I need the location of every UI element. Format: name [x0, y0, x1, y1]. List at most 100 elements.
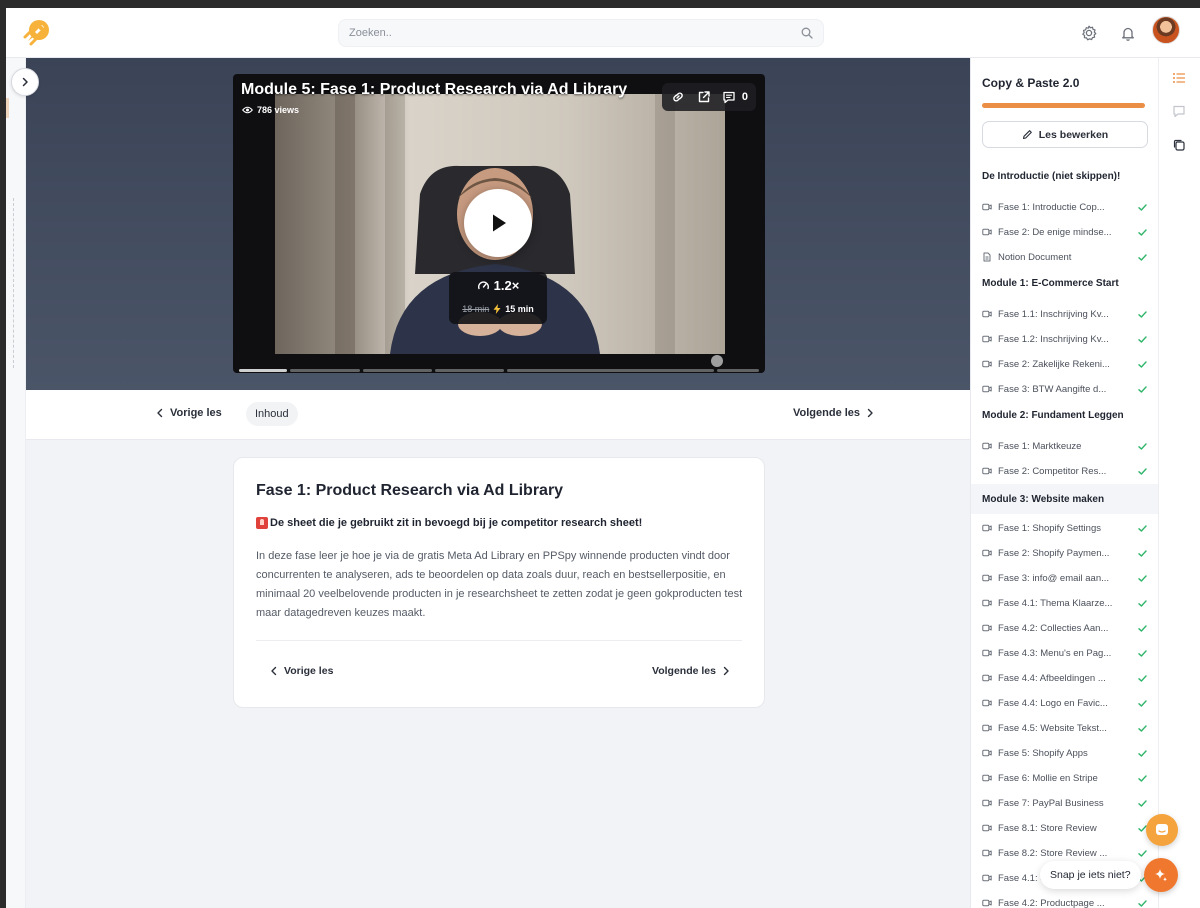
view-count: 786 views: [242, 105, 299, 115]
previous-lesson-label: Vorige les: [170, 407, 222, 419]
card-previous-lesson-button[interactable]: Vorige les: [270, 665, 333, 677]
completed-check: [1136, 465, 1148, 477]
lesson-item[interactable]: Fase 5: Shopify Apps: [982, 743, 1148, 763]
edit-lesson-button[interactable]: Les bewerken: [982, 121, 1148, 148]
expand-sidebar-button[interactable]: [11, 68, 39, 96]
lesson-type-icon: [982, 648, 992, 658]
lesson-item[interactable]: Fase 4.5: Website Tekst...: [982, 718, 1148, 738]
completed-check: [1136, 672, 1148, 684]
lesson-item[interactable]: Fase 1: Shopify Settings: [982, 518, 1148, 538]
lesson-type-icon: [982, 359, 992, 369]
lesson-item[interactable]: Fase 6: Mollie en Stripe: [982, 768, 1148, 788]
lesson-item[interactable]: Fase 4.2: Collecties Aan...: [982, 618, 1148, 638]
speed-row: 1.2×: [449, 278, 547, 293]
lesson-item[interactable]: Fase 8.2: Store Review ...: [982, 843, 1148, 863]
lesson-item[interactable]: Fase 2: De enige mindse...: [982, 222, 1148, 242]
lesson-item[interactable]: Fase 4.1: Thema Klaarze...: [982, 593, 1148, 613]
ai-assistant-button[interactable]: [1144, 858, 1178, 892]
completed-check: [1136, 547, 1148, 559]
completed-check: [1136, 647, 1148, 659]
contents-button[interactable]: Inhoud: [246, 402, 298, 426]
checkmark-icon: [1137, 899, 1147, 907]
lesson-item[interactable]: Fase 1: Marktkeuze: [982, 436, 1148, 456]
video-chapters-progress[interactable]: [233, 369, 765, 373]
lesson-item[interactable]: Fase 3: BTW Aangifte d...: [982, 379, 1148, 399]
lesson-item[interactable]: Fase 1.2: Inschrijving Kv...: [982, 329, 1148, 349]
chat-support-button[interactable]: [1146, 814, 1178, 846]
comments-button[interactable]: 0: [722, 89, 748, 105]
play-button[interactable]: [464, 189, 532, 257]
lesson-type-icon: [982, 773, 992, 783]
lesson-item-label: Fase 2: Zakelijke Rekeni...: [998, 358, 1110, 370]
section-title[interactable]: Module 2: Fundament Leggen: [982, 410, 1124, 421]
lesson-type-icon: [982, 723, 992, 733]
playback-speed-badge[interactable]: 1.2× 18 min 15 min: [449, 272, 547, 324]
completed-check: [1136, 897, 1148, 908]
rocket-logo-icon[interactable]: [22, 17, 52, 47]
lesson-item-label: Fase 7: PayPal Business: [998, 797, 1104, 809]
lesson-item[interactable]: Fase 3: info@ email aan...: [982, 568, 1148, 588]
chapter-segment[interactable]: [239, 369, 288, 372]
checkmark-icon: [1137, 624, 1147, 632]
bell-icon[interactable]: [1119, 24, 1137, 42]
lesson-item[interactable]: Fase 4.4: Afbeeldingen ...: [982, 668, 1148, 688]
copy-link-button[interactable]: [670, 89, 686, 105]
lesson-content-area: Fase 1: Product Research via Ad Library …: [26, 440, 970, 908]
checkmark-icon: [1137, 335, 1147, 343]
section-title[interactable]: Module 3: Website maken: [971, 484, 1158, 514]
lesson-item-label: Fase 6: Mollie en Stripe: [998, 772, 1098, 784]
open-external-button[interactable]: [696, 89, 712, 105]
lesson-item[interactable]: Fase 2: Shopify Paymen...: [982, 543, 1148, 563]
lesson-item[interactable]: Fase 4.2: Productpage ...: [982, 893, 1148, 908]
lesson-item[interactable]: Fase 8.1: Store Review: [982, 818, 1148, 838]
completed-check: [1136, 597, 1148, 609]
copy-tab[interactable]: [1170, 136, 1188, 154]
chapter-segment[interactable]: [506, 369, 715, 372]
lesson-item[interactable]: Fase 7: PayPal Business: [982, 793, 1148, 813]
play-icon: [493, 214, 506, 232]
section-title[interactable]: De Introductie (niet skippen)!: [982, 171, 1120, 182]
lesson-item-label: Fase 4.1: Thema Klaarze...: [998, 597, 1113, 609]
checkmark-icon: [1137, 799, 1147, 807]
chevron-right-icon: [867, 408, 873, 418]
search-input[interactable]: [339, 20, 779, 46]
lesson-item-label: Fase 4.5: Website Tekst...: [998, 722, 1107, 734]
list-icon: [1173, 73, 1186, 83]
video-toolbar: 0: [661, 83, 756, 111]
chevron-right-icon: [22, 77, 28, 87]
help-bubble[interactable]: Snap je iets niet?: [1040, 861, 1141, 889]
video-camera-icon: [982, 574, 992, 582]
lesson-item[interactable]: Fase 4.3: Menu's en Pag...: [982, 643, 1148, 663]
chapter-segment[interactable]: [362, 369, 432, 372]
copy-icon: [1173, 139, 1185, 151]
video-camera-icon: [982, 442, 992, 450]
search-icon[interactable]: [801, 27, 813, 39]
lesson-description: In deze fase leer je hoe je via de grati…: [256, 550, 743, 619]
completed-check: [1136, 201, 1148, 213]
previous-lesson-button[interactable]: Vorige les: [156, 407, 222, 419]
video-player[interactable]: Module 5: Fase 1: Product Research via A…: [233, 74, 765, 373]
lesson-item[interactable]: Fase 2: Competitor Res...: [982, 461, 1148, 481]
section-title[interactable]: Module 1: E-Commerce Start: [982, 278, 1119, 289]
card-next-lesson-button[interactable]: Volgende les: [652, 665, 730, 677]
lesson-item[interactable]: Fase 4.4: Logo en Favic...: [982, 693, 1148, 713]
gear-icon[interactable]: [1080, 24, 1098, 42]
chapter-segment[interactable]: [434, 369, 504, 372]
completed-check: [1136, 226, 1148, 238]
comment-count: 0: [741, 91, 748, 103]
avatar[interactable]: [1152, 16, 1180, 44]
lesson-item-label: Fase 4.2: Productpage ...: [998, 897, 1105, 908]
comments-tab[interactable]: [1170, 102, 1188, 120]
lesson-item[interactable]: Fase 1.1: Inschrijving Kv...: [982, 304, 1148, 324]
lesson-list-tab[interactable]: [1170, 69, 1188, 87]
lesson-item-label: Fase 2: De enige mindse...: [998, 226, 1112, 238]
video-camera-icon: [982, 228, 992, 236]
card-previous-lesson-label: Vorige les: [284, 665, 334, 677]
lesson-item[interactable]: Fase 1: Introductie Cop...: [982, 197, 1148, 217]
next-lesson-button[interactable]: Volgende les: [793, 407, 874, 419]
chapter-segment[interactable]: [717, 369, 759, 372]
search-box: [338, 19, 824, 47]
chapter-segment[interactable]: [290, 369, 360, 372]
lesson-item[interactable]: Fase 2: Zakelijke Rekeni...: [982, 354, 1148, 374]
lesson-item[interactable]: Notion Document: [982, 247, 1148, 267]
